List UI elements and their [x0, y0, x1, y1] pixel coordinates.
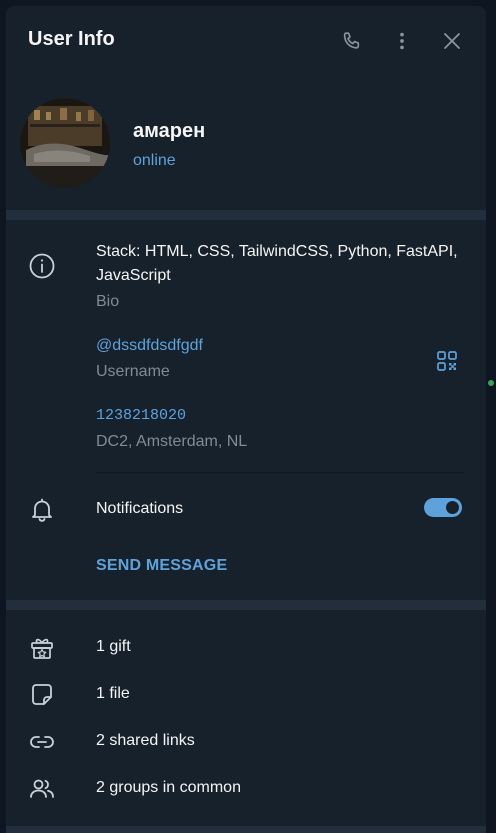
- phone-number[interactable]: 1238218020: [96, 404, 186, 428]
- data-center-label: DC2, Amsterdam, NL: [96, 433, 248, 450]
- list-item-groups[interactable]: 2 groups in common: [6, 765, 486, 812]
- bio-label: Bio: [96, 293, 120, 310]
- user-info-panel: User Info амарен online Stack: HTML, CSS…: [6, 6, 486, 833]
- list-item-links[interactable]: 2 shared links: [6, 718, 486, 765]
- groups-icon: [26, 773, 58, 805]
- toggle-knob: [446, 501, 459, 514]
- call-button[interactable]: [337, 26, 367, 56]
- username-label: Username: [96, 363, 170, 380]
- list-item-label: 2 groups in common: [96, 779, 241, 796]
- panel-header: User Info: [6, 6, 486, 76]
- section-separator: [6, 826, 486, 833]
- file-icon: [26, 679, 58, 711]
- qr-code-icon[interactable]: [432, 346, 462, 376]
- section-separator: [6, 600, 486, 610]
- bio-text[interactable]: Stack: HTML, CSS, TailwindCSS, Python, F…: [96, 240, 466, 288]
- close-icon: [442, 31, 462, 51]
- panel-title: User Info: [28, 28, 115, 50]
- avatar[interactable]: [20, 98, 110, 188]
- gift-icon: [26, 632, 58, 664]
- phone-icon: [341, 30, 363, 52]
- list-item-label: 1 file: [96, 685, 130, 702]
- info-icon: [26, 250, 58, 282]
- list-item-files[interactable]: 1 file: [6, 671, 486, 718]
- section-separator: [6, 210, 486, 220]
- link-icon: [26, 726, 58, 758]
- divider: [96, 472, 464, 473]
- chat-backdrop: [486, 0, 496, 833]
- notifications-toggle[interactable]: [424, 498, 462, 517]
- send-message-button[interactable]: SEND MESSAGE: [96, 554, 227, 578]
- bell-icon: [26, 494, 58, 526]
- profile-name: амарен: [133, 120, 206, 142]
- list-item-label: 2 shared links: [96, 732, 195, 749]
- more-button[interactable]: [387, 26, 417, 56]
- profile-status: online: [133, 152, 176, 169]
- list-item-label: 1 gift: [96, 638, 131, 655]
- username-link[interactable]: @dssdfdsdfgdf: [96, 334, 203, 358]
- notifications-label: Notifications: [96, 500, 184, 517]
- more-vertical-icon: [391, 30, 413, 52]
- online-indicator: [488, 380, 494, 386]
- profile-section: амарен online: [6, 76, 486, 208]
- list-item-gifts[interactable]: 1 gift: [6, 624, 486, 671]
- close-button[interactable]: [437, 26, 467, 56]
